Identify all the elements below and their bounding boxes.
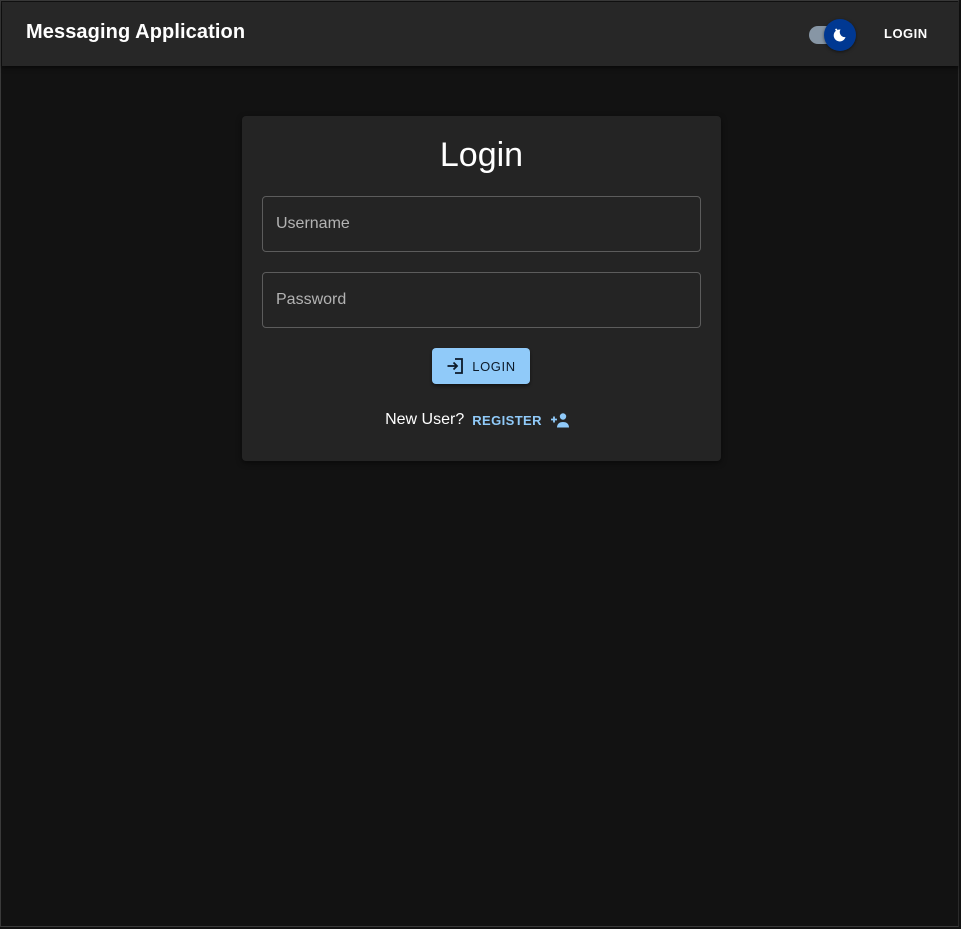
login-button-label: LOGIN	[472, 358, 516, 374]
app-title: Messaging Application	[26, 21, 246, 43]
username-input[interactable]	[263, 197, 700, 251]
password-input[interactable]	[263, 273, 700, 327]
register-button[interactable]: REGISTER	[468, 410, 574, 430]
username-field	[262, 196, 701, 252]
new-user-prompt: New User?	[385, 411, 465, 428]
person-add-icon	[550, 413, 569, 428]
switch-thumb	[824, 19, 856, 51]
theme-toggle-switch[interactable]	[807, 18, 859, 52]
login-card: Login LOGIN New User? REGISTER	[242, 116, 721, 461]
appbar-login-button[interactable]: LOGIN	[870, 24, 942, 44]
moon-icon	[833, 28, 846, 42]
login-button[interactable]: LOGIN	[432, 348, 530, 384]
register-button-label: REGISTER	[472, 412, 542, 428]
page-title: Login	[439, 136, 524, 174]
login-icon	[447, 358, 464, 374]
register-row: New User? REGISTER	[242, 410, 721, 430]
password-field	[262, 272, 701, 328]
app-bar: Messaging Application LOGIN	[2, 2, 959, 66]
